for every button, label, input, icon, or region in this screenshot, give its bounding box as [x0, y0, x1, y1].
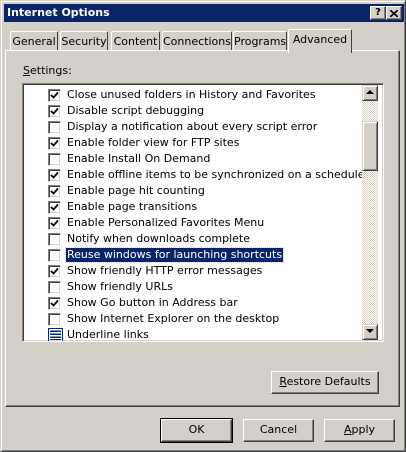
ok-button[interactable]: OK: [160, 418, 233, 443]
setting-checkbox[interactable]: [48, 137, 61, 150]
setting-checkbox[interactable]: [48, 281, 61, 294]
apply-button[interactable]: Apply: [324, 419, 395, 442]
tab-advanced-label: Advanced: [292, 33, 348, 46]
setting-label: Underline links: [67, 328, 149, 341]
settings-label: Settings:: [23, 64, 72, 77]
setting-label: Show Go button in Address bar: [67, 296, 238, 309]
tab-advanced[interactable]: Advanced: [288, 29, 352, 53]
tab-security[interactable]: Security: [60, 31, 108, 50]
tab-general[interactable]: General: [10, 31, 58, 50]
setting-checkbox[interactable]: [48, 201, 61, 214]
setting-label: Enable offline items to be synchronized …: [67, 168, 365, 181]
scroll-down-button[interactable]: [362, 324, 378, 340]
checkmark-icon: [50, 171, 59, 179]
setting-checkbox[interactable]: [48, 89, 61, 102]
setting-checkbox[interactable]: [48, 297, 61, 310]
arrow-up-icon: [366, 90, 374, 94]
tab-content[interactable]: Content: [111, 31, 160, 50]
list-group-icon: [48, 328, 63, 341]
settings-listbox[interactable]: Close unused folders in History and Favo…: [22, 83, 384, 342]
close-icon: [390, 10, 398, 17]
checkmark-icon: [50, 91, 59, 99]
title-bar[interactable]: Internet Options ?: [4, 4, 404, 22]
checkmark-icon: [50, 187, 59, 195]
setting-checkbox[interactable]: [48, 265, 61, 278]
setting-label: Show friendly URLs: [67, 280, 173, 293]
setting-checkbox[interactable]: [48, 217, 61, 230]
setting-checkbox[interactable]: [48, 233, 61, 246]
setting-label: Disable script debugging: [67, 104, 205, 117]
setting-label: Close unused folders in History and Favo…: [67, 88, 316, 101]
close-button[interactable]: [386, 6, 402, 20]
tab-programs[interactable]: Programs: [233, 31, 287, 50]
setting-label: Show friendly HTTP error messages: [67, 264, 263, 277]
cancel-button[interactable]: Cancel: [243, 419, 314, 442]
setting-label: Notify when downloads complete: [67, 232, 251, 245]
setting-checkbox[interactable]: [48, 105, 61, 118]
help-button[interactable]: ?: [370, 6, 386, 20]
checkmark-icon: [50, 219, 59, 227]
setting-checkbox[interactable]: [48, 169, 61, 182]
settings-scrollbar[interactable]: [362, 85, 378, 340]
setting-label: Show Internet Explorer on the desktop: [67, 312, 280, 325]
arrow-down-icon: [366, 329, 374, 333]
setting-label: Enable Install On Demand: [67, 152, 211, 165]
setting-label: Enable Personalized Favorites Menu: [67, 216, 265, 229]
scroll-up-button[interactable]: [362, 85, 378, 101]
checkmark-icon: [50, 107, 59, 115]
scroll-thumb[interactable]: [362, 121, 378, 171]
checkmark-icon: [50, 139, 59, 147]
checkmark-icon: [50, 267, 59, 275]
checkmark-icon: [50, 203, 59, 211]
setting-label: Reuse windows for launching shortcuts: [64, 247, 285, 263]
tab-connections[interactable]: Connections: [162, 31, 232, 50]
setting-checkbox[interactable]: [48, 153, 61, 166]
restore-defaults-button[interactable]: Restore Defaults: [271, 371, 379, 394]
setting-label: Display a notification about every scrip…: [67, 120, 318, 133]
setting-checkbox[interactable]: [48, 185, 61, 198]
setting-checkbox[interactable]: [48, 249, 61, 262]
setting-label: Enable page hit counting: [67, 184, 205, 197]
setting-label: Enable page transitions: [67, 200, 198, 213]
checkmark-icon: [50, 299, 59, 307]
setting-label: Enable folder view for FTP sites: [67, 136, 240, 149]
window-title: Internet Options: [7, 6, 110, 19]
setting-checkbox[interactable]: [48, 121, 61, 134]
setting-checkbox[interactable]: [48, 313, 61, 326]
